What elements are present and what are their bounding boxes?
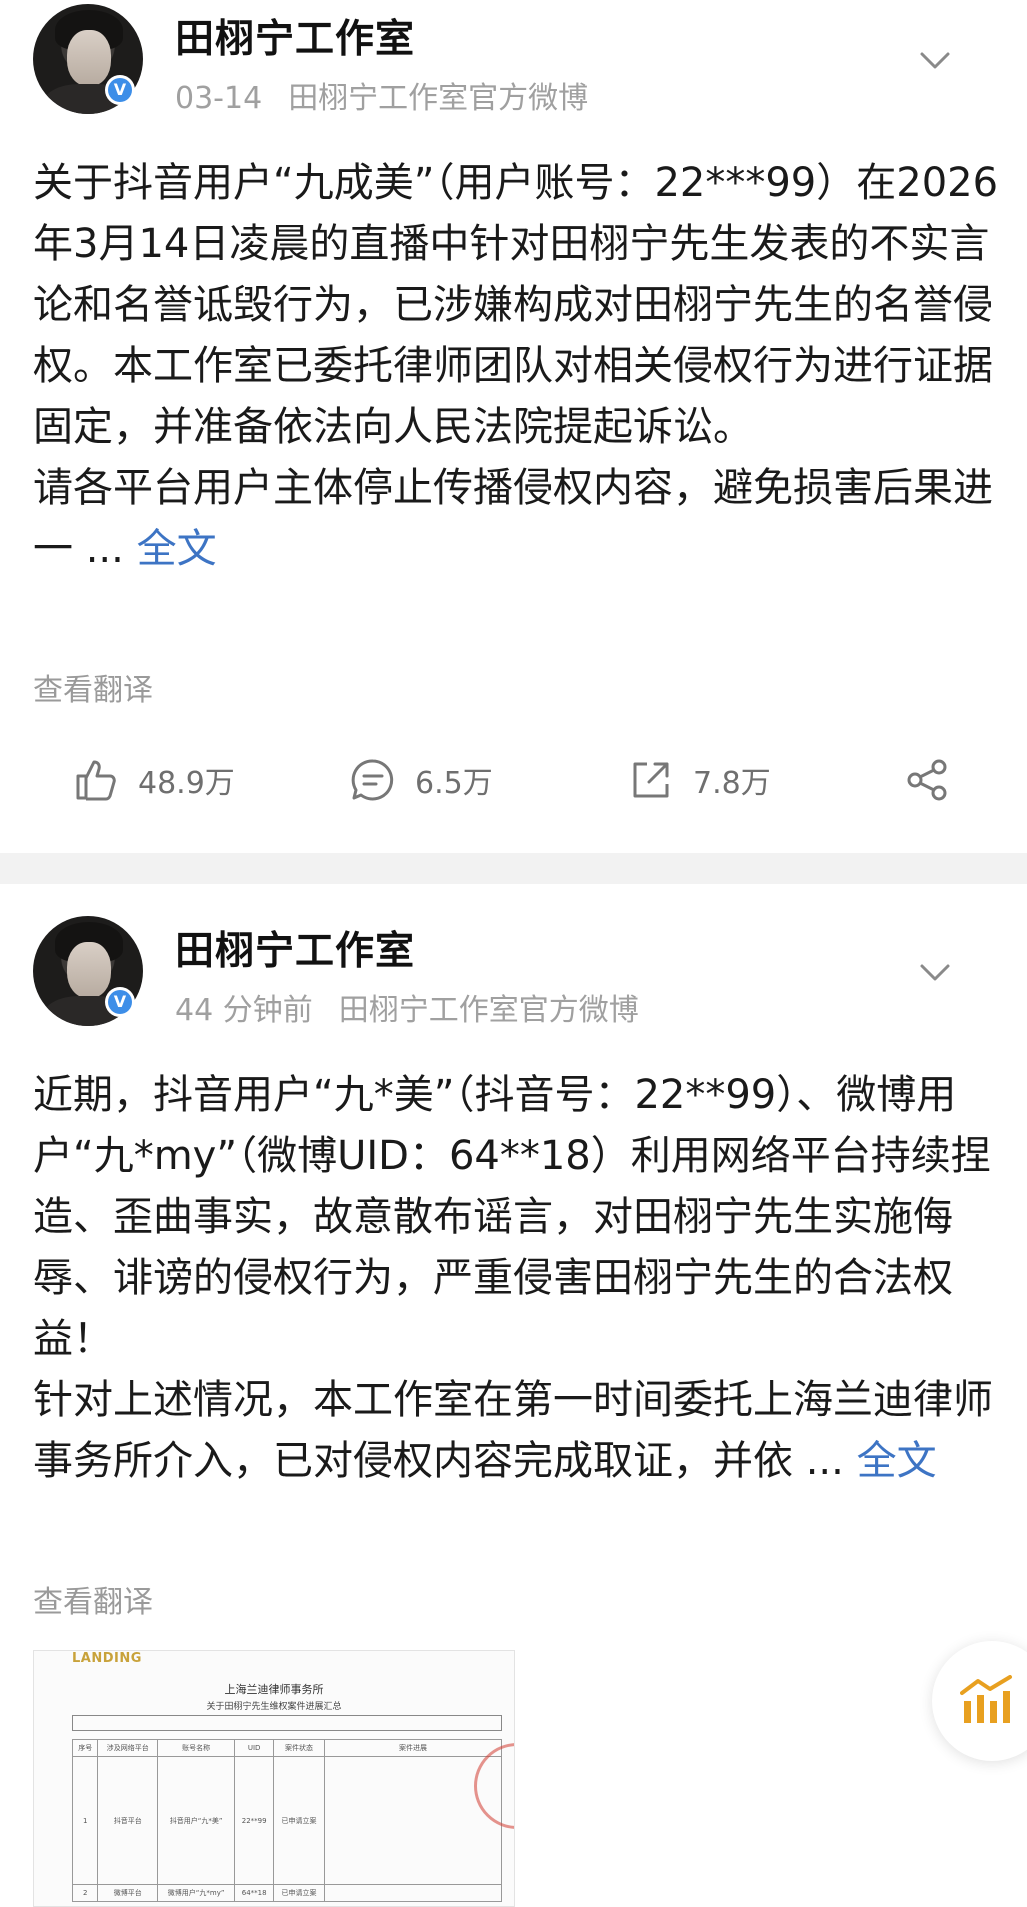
repost-icon xyxy=(633,762,669,798)
table-cell xyxy=(324,1884,502,1902)
table-row: 1 抖音平台 抖音用户“九*美” 22**99 已申请立案 xyxy=(71,1756,502,1885)
table-row: 2 微博平台 微博用户“九*my” 64**18 已申请立案 xyxy=(71,1884,502,1902)
post-source: 田栩宁工作室官方微博 xyxy=(288,81,589,116)
post-content: 关于抖音用户“九成美”（用户账号：22***99）在2026年3月14日凌晨的直… xyxy=(33,153,1003,580)
document-note-box xyxy=(72,1715,502,1731)
action-bar: 48.9万 6.5万 7.8万 xyxy=(0,745,1027,815)
attachment-image[interactable]: LANDING 上海兰迪律师事务所 关于田栩宁先生维权案件进展汇总 序号 涉及网… xyxy=(33,1650,515,1907)
post-meta: 03-14 田栩宁工作室官方微博 xyxy=(175,73,588,117)
table-header: 账号名称 xyxy=(156,1739,236,1757)
table-header: 序号 xyxy=(71,1739,99,1757)
translate-link[interactable]: 查看翻译 xyxy=(33,665,153,709)
like-button[interactable]: 48.9万 xyxy=(72,745,235,815)
document-subtitle: 关于田栩宁先生维权案件进展汇总 xyxy=(206,1702,342,1712)
post-date: 03-14 xyxy=(175,81,263,116)
post-paragraph: 请各平台用户主体停止传播侵权内容，避免损害后果进一 ... 全文 xyxy=(33,465,993,572)
table-cell: 2 xyxy=(71,1884,99,1902)
post-divider xyxy=(0,853,1027,884)
case-table: 序号 涉及网络平台 账号名称 UID 案件状态 案件进展 1 抖音平台 抖音用户… xyxy=(71,1739,502,1902)
post-content: 近期，抖音用户“九*美”（抖音号：22**99）、微博用户“九*my”（微博UI… xyxy=(33,1065,1003,1492)
repost-button[interactable]: 7.8万 xyxy=(627,745,771,815)
table-cell: 抖音平台 xyxy=(97,1756,158,1885)
comment-icon xyxy=(351,759,394,801)
table-cell: 22**99 xyxy=(234,1756,274,1885)
comment-count: 6.5万 xyxy=(415,766,493,801)
table-header: 案件进展 xyxy=(324,1739,502,1757)
table-header: 案件状态 xyxy=(272,1739,326,1757)
weibo-post-1: V 田栩宁工作室 03-14 田栩宁工作室官方微博 关于抖音用户“九成美”（用户账… xyxy=(0,0,1027,853)
chevron-down-icon[interactable] xyxy=(918,44,952,78)
post-paragraph: 近期，抖音用户“九*美”（抖音号：22**99）、微博用户“九*my”（微博UI… xyxy=(33,1072,991,1362)
repost-count: 7.8万 xyxy=(693,766,771,801)
post-time: 44 分钟前 xyxy=(175,993,313,1028)
post-source: 田栩宁工作室官方微博 xyxy=(338,993,639,1028)
table-cell: 微博平台 xyxy=(97,1884,158,1902)
law-firm-logo: LANDING xyxy=(72,1651,142,1666)
table-cell: 已申请立案 xyxy=(272,1884,326,1902)
account-name[interactable]: 田栩宁工作室 xyxy=(175,920,415,976)
translate-link[interactable]: 查看翻译 xyxy=(33,1577,153,1621)
table-cell: 已申请立案 xyxy=(272,1756,326,1885)
table-cell: 1 xyxy=(71,1756,99,1885)
verified-badge-icon: V xyxy=(105,987,135,1017)
full-text-link[interactable]: 全文 xyxy=(137,526,217,572)
post-paragraph: 针对上述情况，本工作室在第一时间委托上海兰迪律师事务所介入，已对侵权内容完成取证… xyxy=(33,1377,993,1484)
share-button[interactable] xyxy=(904,745,970,815)
table-header: UID xyxy=(234,1739,274,1757)
comment-button[interactable]: 6.5万 xyxy=(349,745,493,815)
full-text-link[interactable]: 全文 xyxy=(857,1438,937,1484)
account-name[interactable]: 田栩宁工作室 xyxy=(175,8,415,64)
chevron-down-icon[interactable] xyxy=(918,956,952,990)
table-cell: 64**18 xyxy=(234,1884,274,1902)
post-paragraph: 关于抖音用户“九成美”（用户账号：22***99）在2026年3月14日凌晨的直… xyxy=(33,160,999,450)
table-header-row: 序号 涉及网络平台 账号名称 UID 案件状态 案件进展 xyxy=(71,1739,502,1757)
document-title: 上海兰迪律师事务所 xyxy=(224,1683,324,1696)
post-meta: 44 分钟前 田栩宁工作室官方微博 xyxy=(175,985,639,1029)
like-count: 48.9万 xyxy=(138,766,235,801)
thumbs-up-icon xyxy=(76,760,116,801)
share-icon xyxy=(907,759,947,801)
table-cell: 抖音用户“九*美” xyxy=(156,1756,236,1885)
table-header: 涉及网络平台 xyxy=(97,1739,158,1757)
verified-badge-icon: V xyxy=(105,75,135,105)
bar-chart-icon xyxy=(960,1675,1012,1723)
table-cell: 微博用户“九*my” xyxy=(156,1884,236,1902)
